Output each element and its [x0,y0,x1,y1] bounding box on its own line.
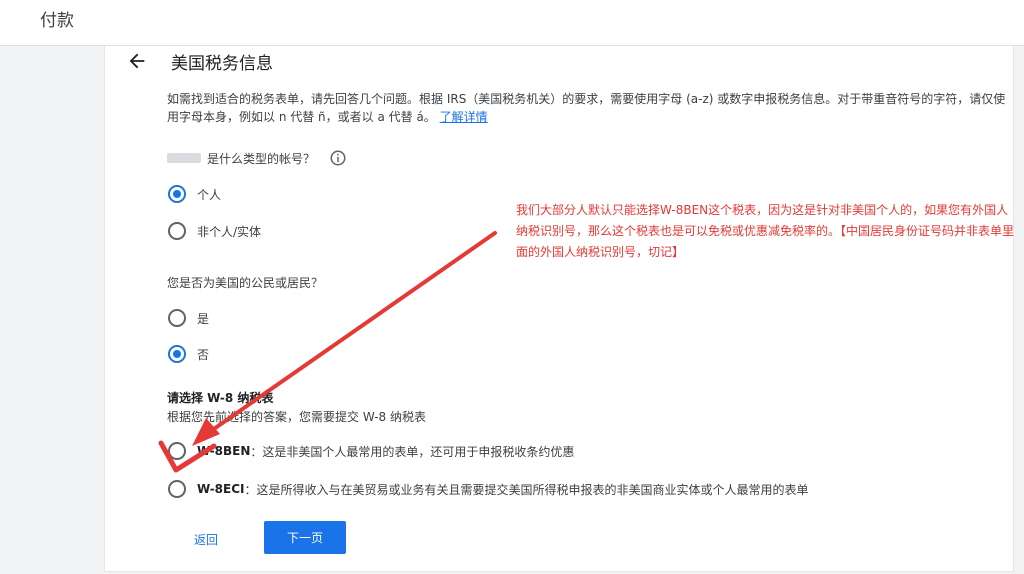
radio-button[interactable] [168,185,186,203]
account-type-question: 是什么类型的帐号？ [167,149,347,167]
radio-option-w8ben[interactable]: W-8BEN ：这是非美国个人最常用的表单，还可用于申报税收条约优惠 [168,442,574,460]
form-code: W-8BEN [197,444,251,458]
radio-label: 个人 [197,187,222,202]
us-citizen-question: 您是否为美国的公民或居民？ [167,276,324,290]
form-description: ：这是非美国个人最常用的表单，还可用于申报税收条约优惠 [250,444,575,459]
radio-button[interactable] [168,480,186,498]
radio-option-w8eci[interactable]: W-8ECI ：这是所得收入与在美贸易或业务有关且需要提交美国所得税申报表的非美… [168,480,809,498]
radio-option-no[interactable]: 否 [168,345,209,363]
account-type-label: 是什么类型的帐号？ [207,151,316,166]
radio-option-yes[interactable]: 是 [168,309,209,327]
form-description: ：这是所得收入与在美贸易或业务有关且需要提交美国所得税申报表的非美国商业实体或个… [244,482,809,497]
radio-label: 否 [197,347,210,362]
page-header-title: 付款 [40,11,74,31]
back-button[interactable]: 返回 [194,531,218,548]
radio-option-individual[interactable]: 个人 [168,185,221,203]
radio-label: 非个人/实体 [197,224,262,239]
radio-button[interactable] [168,222,186,240]
annotation-note: 我们大部分人默认只能选择W-8BEN这个税表，因为这是针对非美国个人的，如果您有… [516,203,1015,259]
back-arrow-icon[interactable] [126,50,148,72]
form-select-subtitle: 根据您先前选择的答案，您需要提交 W-8 纳税表 [167,410,426,424]
page-title: 美国税务信息 [171,54,273,74]
learn-more-link[interactable]: 了解详情 [440,110,488,124]
redacted-text [167,153,201,163]
radio-button[interactable] [168,345,186,363]
intro-paragraph: 如需找到适合的税务表单，请先回答几个问题。根据 IRS（美国税务机关）的要求，需… [167,92,1006,124]
intro-text: 如需找到适合的税务表单，请先回答几个问题。根据 IRS（美国税务机关）的要求，需… [167,90,1015,126]
form-code: W-8ECI [197,482,245,496]
info-icon[interactable] [329,149,347,167]
radio-option-entity[interactable]: 非个人/实体 [168,222,261,240]
radio-label: 是 [197,311,210,326]
next-page-button[interactable]: 下一页 [264,521,346,554]
top-bar: 付款 [0,0,1024,46]
radio-button[interactable] [168,309,186,327]
form-select-title: 请选择 W-8 纳税表 [167,391,274,405]
radio-button[interactable] [168,442,186,460]
